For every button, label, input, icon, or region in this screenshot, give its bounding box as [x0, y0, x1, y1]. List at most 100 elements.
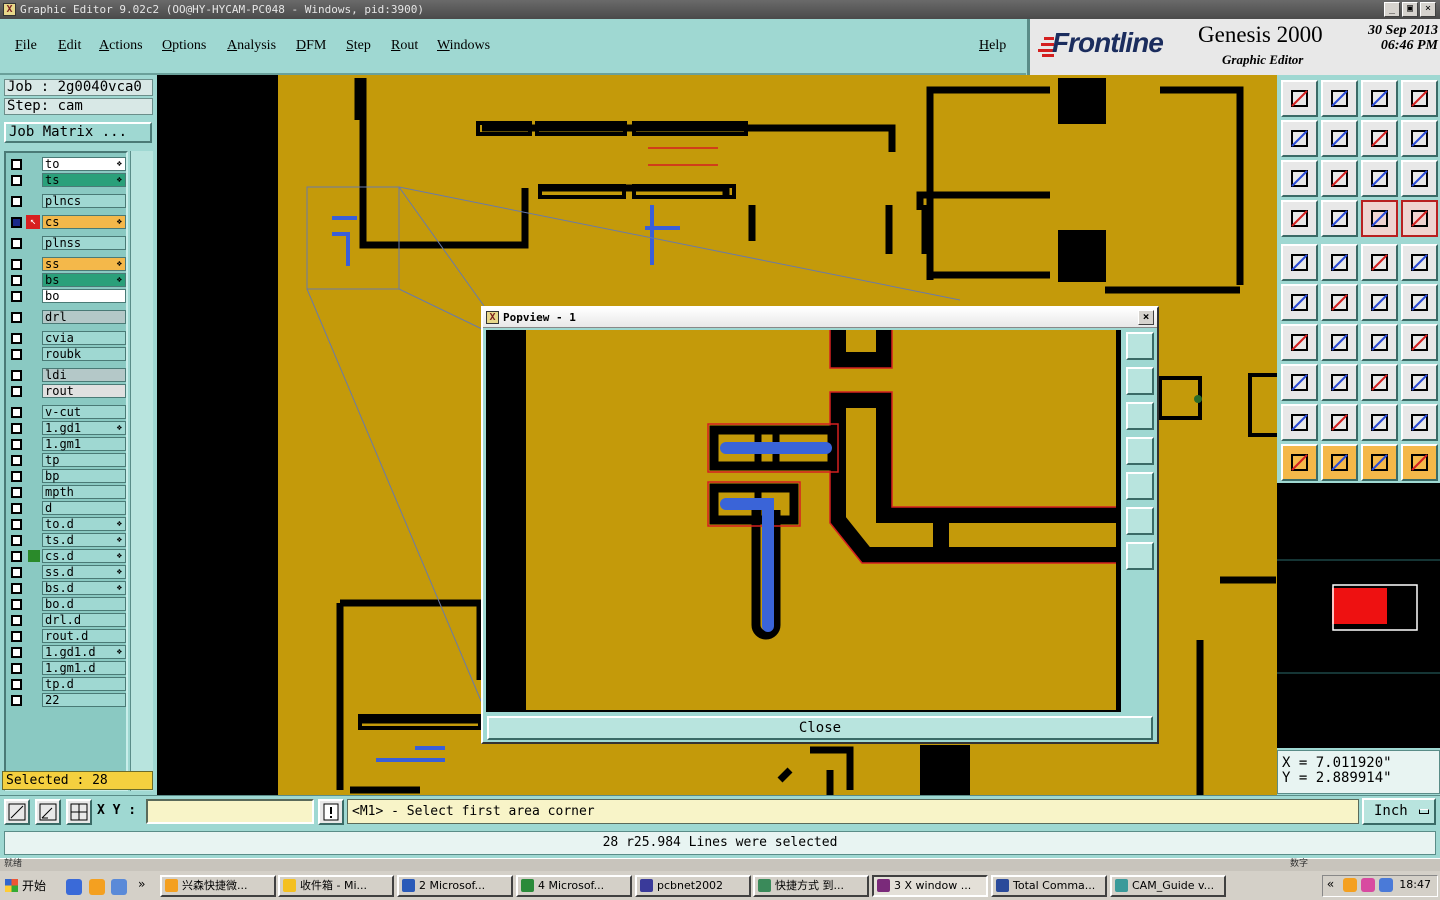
zoom-center-icon[interactable] [1321, 160, 1358, 197]
quicklaunch-icon[interactable] [89, 879, 105, 895]
layer-checkbox[interactable] [11, 487, 22, 498]
menu-windows[interactable]: Windows [437, 38, 490, 54]
layer-checkbox[interactable] [11, 695, 22, 706]
layer-name[interactable]: ldi [42, 368, 126, 382]
highlight-icon[interactable] [1321, 244, 1358, 281]
layer-row-1.gm1.d[interactable]: 1.gm1.d [8, 661, 126, 675]
zoom-page-icon[interactable] [1401, 80, 1438, 117]
popview-pan-up-button[interactable] [1126, 367, 1154, 395]
layer-name[interactable]: 22 [42, 693, 126, 707]
layer-checkbox[interactable] [11, 439, 22, 450]
layer-row-to.d[interactable]: to.d ❖ [8, 517, 126, 531]
layer-row-bs[interactable]: bs ❖ [8, 273, 126, 287]
layer-name[interactable]: bo.d [42, 597, 126, 611]
select-mode-icon[interactable] [4, 799, 30, 825]
menu-rout[interactable]: Rout [391, 38, 418, 54]
job-matrix-button[interactable]: Job Matrix ... [4, 122, 152, 143]
layer-checkbox[interactable] [11, 275, 22, 286]
feature-add-icon[interactable] [1281, 364, 1318, 401]
layer-name[interactable]: tp [42, 453, 126, 467]
text-a-alt-icon[interactable] [1361, 404, 1398, 441]
restore-button[interactable]: ▣ [1402, 2, 1418, 17]
layer-name[interactable]: d [42, 501, 126, 515]
layer-checkbox[interactable] [11, 333, 22, 344]
layer-checkbox[interactable] [11, 455, 22, 466]
menu-help[interactable]: Help [979, 38, 1006, 54]
layer-name[interactable]: ss.d ❖ [42, 565, 126, 579]
move-node-icon[interactable] [1361, 284, 1398, 321]
layer-name[interactable]: bp [42, 469, 126, 483]
query-icon[interactable] [1401, 160, 1438, 197]
layer-name[interactable]: roubk [42, 347, 126, 361]
tray-volume-icon[interactable] [1379, 878, 1393, 892]
popview-pan-left-button[interactable] [1126, 437, 1154, 465]
layer-checkbox[interactable] [11, 471, 22, 482]
close-window-button[interactable]: × [1420, 2, 1436, 17]
layer-row-1.gd1.d[interactable]: 1.gd1.d ❖ [8, 645, 126, 659]
layer-checkbox[interactable] [11, 663, 22, 674]
taskbar-item[interactable]: 快捷方式 到... [753, 875, 869, 897]
layer-row-plnss[interactable]: plnss [8, 236, 126, 250]
taskbar-item[interactable]: pcbnet2002 [635, 875, 751, 897]
pointer-route-icon[interactable] [1401, 444, 1438, 481]
layer-name[interactable]: ss ❖ [42, 257, 126, 271]
layer-row-tp.d[interactable]: tp.d [8, 677, 126, 691]
layer-row-22[interactable]: 22 [8, 693, 126, 707]
triangle-snap-icon[interactable] [1281, 404, 1318, 441]
layer-row-ss.d[interactable]: ss.d ❖ [8, 565, 126, 579]
layer-name[interactable]: to ❖ [42, 157, 126, 171]
layer-checkbox[interactable] [11, 551, 22, 562]
ruler-icon[interactable] [1361, 244, 1398, 281]
layer-checkbox[interactable] [11, 647, 22, 658]
desktop-icon[interactable] [111, 879, 127, 895]
layer-name[interactable]: rout.d [42, 629, 126, 643]
point-snap-icon[interactable] [1281, 244, 1318, 281]
menu-options[interactable]: Options [162, 38, 206, 54]
layer-checkbox[interactable] [11, 407, 22, 418]
layer-list-scrollbar[interactable] [130, 151, 153, 791]
layer-row-roubk[interactable]: roubk [8, 347, 126, 361]
shape-icon[interactable] [1401, 364, 1438, 401]
popview-canvas[interactable] [486, 330, 1122, 712]
layer-row-cs[interactable]: ↖ cs ❖ [8, 215, 126, 229]
taskbar-item[interactable]: 兴森快捷微... [160, 875, 276, 897]
layer-name[interactable]: bo [42, 289, 126, 303]
tray-network-icon[interactable] [1361, 878, 1375, 892]
popview-pan-down-button[interactable] [1126, 402, 1154, 430]
layer-row-ldi[interactable]: ldi [8, 368, 126, 382]
select-features-icon[interactable] [1361, 200, 1398, 237]
quicklaunch-more-icon[interactable]: » [138, 877, 145, 891]
zoom-ratio-icon[interactable] [1361, 160, 1398, 197]
arc-icon[interactable] [1361, 324, 1398, 361]
menu-dfm[interactable]: DFM [296, 38, 326, 54]
xy-input[interactable] [146, 799, 314, 824]
layer-row-bo.d[interactable]: bo.d [8, 597, 126, 611]
grid-icon[interactable] [1321, 200, 1358, 237]
start-button[interactable]: 开始 [2, 875, 58, 897]
redraw-icon[interactable] [1401, 120, 1438, 157]
layer-row-bo[interactable]: bo [8, 289, 126, 303]
delete-node-icon[interactable] [1321, 284, 1358, 321]
layer-name[interactable]: ts.d ❖ [42, 533, 126, 547]
text-a-red-icon[interactable] [1401, 404, 1438, 441]
layer-checkbox[interactable] [11, 567, 22, 578]
popview-zoom-window-button[interactable] [1126, 332, 1154, 360]
popview-zoom-in-button[interactable] [1126, 542, 1154, 570]
tray-app-icon[interactable] [1343, 878, 1357, 892]
taskbar-item[interactable]: 3 X window ... [872, 875, 988, 897]
pointer-select-icon[interactable] [1321, 444, 1358, 481]
menu-file[interactable]: File [15, 38, 37, 54]
layer-name[interactable]: 1.gm1 [42, 437, 126, 451]
popview-pan-right-button[interactable] [1126, 472, 1154, 500]
taskbar-item[interactable]: Total Comma... [991, 875, 1107, 897]
overview-map[interactable] [1277, 483, 1440, 748]
pad-icon[interactable] [1401, 244, 1438, 281]
menu-edit[interactable]: Edit [58, 38, 81, 54]
layer-checkbox[interactable] [11, 291, 22, 302]
layer-name[interactable]: 1.gd1.d ❖ [42, 645, 126, 659]
layer-checkbox[interactable] [11, 159, 22, 170]
layer-name[interactable]: 1.gm1.d [42, 661, 126, 675]
layer-row-ss[interactable]: ss ❖ [8, 257, 126, 271]
layer-name[interactable]: v-cut [42, 405, 126, 419]
layer-row-v-cut[interactable]: v-cut [8, 405, 126, 419]
